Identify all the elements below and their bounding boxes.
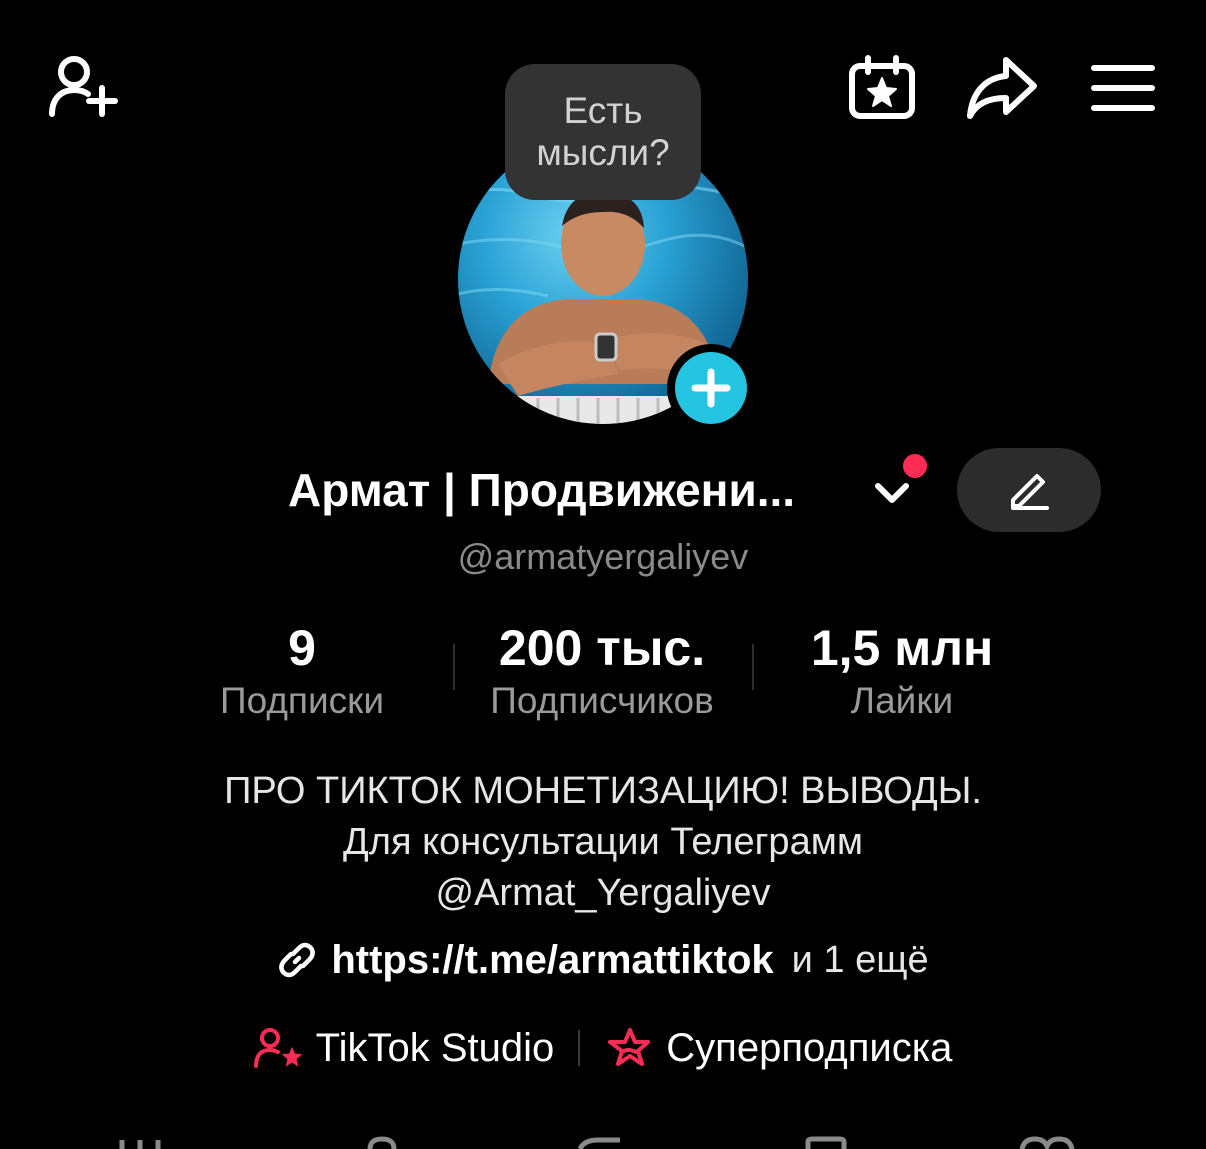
bio-line-3: @Armat_Yergaliyev	[435, 872, 771, 914]
likes-label: Лайки	[850, 680, 954, 721]
likes-count: 1,5 млн	[810, 620, 994, 676]
grid-tab-icon[interactable]	[118, 1136, 162, 1149]
followers-label: Подписчиков	[490, 680, 714, 721]
following-stat[interactable]: 9 Подписки	[152, 618, 452, 724]
super-subscription-label: Суперподписка	[666, 1026, 953, 1070]
bookmark-tab-icon[interactable]	[804, 1136, 848, 1149]
tiktok-studio-label: TikTok Studio	[315, 1026, 555, 1070]
lock-tab-icon[interactable]	[364, 1136, 400, 1149]
super-subscription-button[interactable]: Суперподписка	[604, 1022, 952, 1074]
bio-line-1: ПРО ТИКТОК МОНЕТИЗАЦИЮ! ВЫВОДЫ.	[224, 770, 982, 812]
tools-divider	[578, 1030, 581, 1066]
heart-tab-icon[interactable]	[1018, 1136, 1076, 1149]
username-handle: @armatyergaliyev	[457, 536, 749, 577]
more-links[interactable]: и 1 ещё	[792, 934, 929, 986]
thoughts-bubble[interactable]: Есть мысли?	[505, 64, 701, 200]
followers-stat[interactable]: 200 тыс. Подписчиков	[452, 618, 752, 724]
tiktok-studio-button[interactable]: TikTok Studio	[253, 1022, 555, 1074]
bubble-line-1: Есть	[563, 90, 643, 131]
plus-icon	[675, 352, 747, 424]
studio-person-star-icon	[253, 1026, 304, 1070]
pencil-icon	[1007, 470, 1051, 510]
bio-link-row[interactable]: https://t.me/armattiktok и 1 ещё	[0, 934, 1206, 986]
menu-icon[interactable]	[1090, 62, 1156, 114]
likes-stat[interactable]: 1,5 млн Лайки	[752, 618, 1052, 724]
edit-profile-button[interactable]	[957, 448, 1101, 532]
bubble-line-2: мысли?	[536, 132, 670, 173]
super-star-icon	[604, 1026, 654, 1070]
followers-count: 200 тыс.	[498, 620, 706, 676]
bio-line-2: Для консультации Телеграмм	[343, 821, 863, 863]
add-story-button[interactable]	[667, 344, 755, 432]
bio: ПРО ТИКТОК МОНЕТИЗАЦИЮ! ВЫВОДЫ. Для конс…	[0, 766, 1206, 919]
notification-dot	[903, 454, 927, 478]
share-icon[interactable]	[964, 54, 1040, 122]
add-friend-icon[interactable]	[46, 52, 122, 124]
following-count: 9	[288, 620, 316, 676]
profile-name[interactable]: Армат | Продвижени...	[288, 460, 795, 520]
chevron-down-icon[interactable]	[872, 474, 912, 510]
following-label: Подписки	[219, 680, 384, 721]
bio-link[interactable]: https://t.me/armattiktok	[331, 934, 773, 986]
link-icon	[277, 940, 317, 980]
creator-tools-row: TikTok Studio Суперподписка	[0, 1022, 1206, 1074]
repost-tab-icon[interactable]	[576, 1136, 624, 1149]
calendar-star-icon[interactable]	[846, 54, 918, 122]
